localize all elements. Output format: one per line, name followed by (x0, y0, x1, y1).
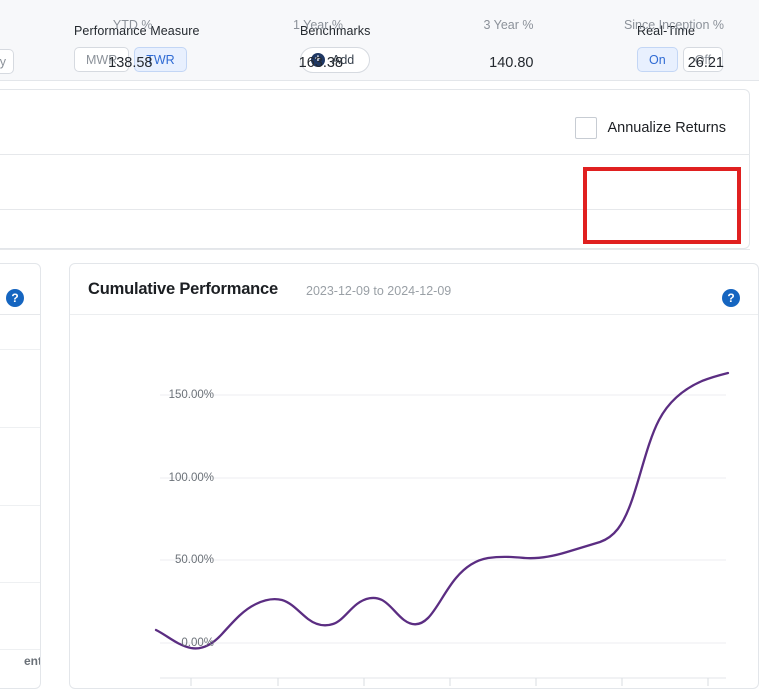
annualize-returns-label: Annualize Returns (607, 120, 727, 136)
left-card-gridline (0, 349, 40, 350)
y-tick-label-50: 50.00% (174, 554, 214, 566)
value-1-year: 163.38 (298, 55, 343, 71)
y-tick-label-0: 0.00% (181, 637, 214, 649)
chart-card-header: Cumulative Performance 2023-12-09 to 202… (70, 264, 758, 315)
chart-date-range: 2023-12-09 to 2024-12-09 (306, 284, 452, 298)
cumulative-performance-card: Cumulative Performance 2023-12-09 to 202… (69, 263, 759, 689)
left-card-gridline (0, 427, 40, 428)
value-ytd: 138.58 (108, 55, 153, 71)
column-header-ytd: YTD % (112, 18, 153, 32)
annualize-returns-checkbox[interactable] (574, 117, 597, 139)
chart-x-ticks (190, 678, 709, 686)
left-card-gridline (0, 582, 40, 583)
y-tick-label-100: 100.00% (168, 472, 214, 484)
chart-gridlines (160, 394, 726, 644)
value-3-year: 140.80 (489, 55, 534, 71)
help-circle-icon[interactable]: ? (722, 289, 740, 307)
column-header-1-year: 1 Year % (292, 18, 343, 32)
panel-divider-bottom (0, 249, 750, 250)
panel-divider-mid (0, 209, 750, 210)
value-since-inception: 26.21 (687, 55, 724, 71)
left-card-cut-label: ent (24, 654, 41, 668)
left-partial-card: ? ent (0, 263, 41, 689)
returns-table-header-row: YTD % 1 Year % 3 Year % Since Inception … (0, 1, 750, 45)
left-card-gridline (0, 649, 40, 650)
cumulative-performance-chart: 150.00% 100.00% 50.00% 0.00% Jan 2024 Ma… (70, 315, 759, 689)
y-tick-label-150: 150.00% (168, 389, 214, 401)
returns-panel: Annualize Returns YTD % 1 Year % 3 Year … (0, 18, 750, 250)
app-root: erly Performance Measure MWR TWR Benchma… (0, 0, 759, 689)
left-card-header: ? (0, 264, 40, 314)
returns-table: YTD % 1 Year % 3 Year % Since Inception … (0, 1, 750, 85)
performance-line (154, 371, 730, 650)
help-circle-icon[interactable]: ? (6, 289, 24, 307)
left-card-header-divider (0, 314, 40, 315)
column-header-3-year: 3 Year % (483, 18, 534, 32)
annualize-returns-toggle[interactable]: Annualize Returns (574, 117, 727, 139)
left-card-gridline (0, 505, 40, 506)
chart-svg (154, 371, 730, 686)
panel-divider-top (0, 154, 750, 155)
chart-title: Cumulative Performance (88, 280, 278, 298)
returns-table-value-row: 138.58 163.38 140.80 26.21 (0, 45, 750, 85)
column-header-since-inception: Since Inception % (623, 18, 724, 32)
